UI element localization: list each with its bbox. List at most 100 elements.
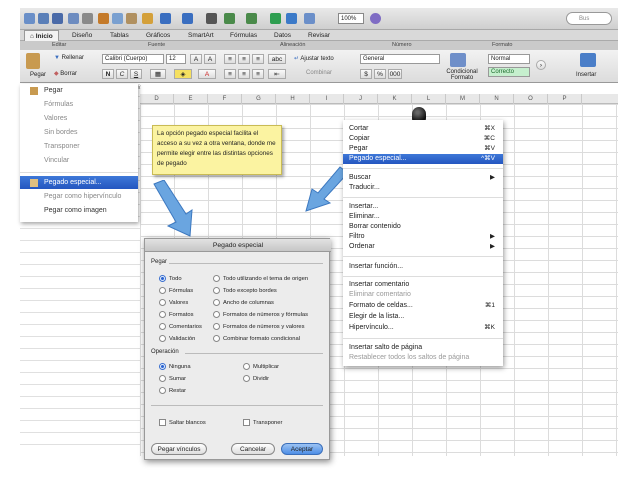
radio-todo-excepto-bordes[interactable]: Todo excepto bordes [213,287,277,295]
ctx-formato-celdas[interactable]: Formato de celdas... ⌘1 [343,301,503,311]
paste-menu-item-pegado-especial[interactable]: Pegado especial... [20,176,138,189]
indent-button[interactable]: ⇤ [268,69,286,79]
format-painter-icon[interactable] [142,13,153,24]
insert-label[interactable]: Insertar [576,72,596,78]
bold-button[interactable]: N [102,69,114,79]
paste-menu-item-formulas[interactable]: Fórmulas [20,98,138,111]
ctx-insertar-comentario[interactable]: Insertar comentario [343,280,503,290]
column-header[interactable]: M [446,94,480,104]
radio-valores[interactable]: Valores [159,299,188,307]
column-header[interactable]: K [378,94,412,104]
paste-links-button[interactable]: Pegar vínculos [151,443,207,455]
ctx-hipervinculo[interactable]: Hipervínculo... ⌘K [343,323,503,333]
undo-icon[interactable] [160,13,171,24]
paste-menu-item-vincular[interactable]: Vincular [20,154,138,167]
tab-formulas[interactable]: Fórmulas [230,30,257,41]
italic-button[interactable]: C [116,69,128,79]
ctx-insertar[interactable]: Insertar... [343,202,503,212]
fill-color-button[interactable]: ◈ [174,69,192,79]
font-shrink-button[interactable]: A [204,54,216,64]
percent-button[interactable]: % [374,69,386,79]
column-header[interactable]: H [276,94,310,104]
zoom-select[interactable]: 100% [338,13,364,24]
ctx-eliminar[interactable]: Eliminar... [343,212,503,222]
ctx-insertar-funcion[interactable]: Insertar función... [343,262,503,272]
print-icon[interactable] [82,13,93,24]
search-input[interactable]: Bus [566,12,612,25]
ctx-pegar[interactable]: Pegar ⌘V [343,144,503,154]
align-center-button[interactable]: ≡ [238,54,250,64]
tab-tablas[interactable]: Tablas [110,30,129,41]
number-format-select[interactable]: General [360,54,440,64]
checkbox-saltar-blancos[interactable]: Saltar blancos [159,419,206,427]
sort-icon[interactable] [224,13,235,24]
gallery-icon[interactable] [270,13,281,24]
cut-icon[interactable] [98,13,109,24]
column-header[interactable]: I [310,94,344,104]
column-header[interactable]: G [242,94,276,104]
ctx-filtro[interactable]: Filtro ▶ [343,232,503,242]
clear-button[interactable]: ◆ Borrar [54,70,77,77]
tab-inicio[interactable]: ⌂ Inicio [24,30,59,41]
justify-left-button[interactable]: ≡ [224,69,236,79]
underline-button[interactable]: S [130,69,142,79]
font-size-select[interactable]: 12 [166,54,186,64]
font-name-select[interactable]: Calibri (Cuerpo) [102,54,164,64]
help-icon[interactable] [370,13,381,24]
borders-button[interactable]: ▦ [150,69,166,79]
ctx-restablecer-saltos[interactable]: Restablecer todos los saltos de página [343,353,503,363]
ctx-insertar-salto[interactable]: Insertar salto de página [343,343,503,353]
ctx-cortar[interactable]: Cortar ⌘X [343,124,503,134]
styles-more-button[interactable]: › [536,60,546,70]
ctx-borrar-contenido[interactable]: Borrar contenido [343,222,503,232]
radio-combinar-formato-condicional[interactable]: Combinar formato condicional [213,335,300,343]
radio-comentarios[interactable]: Comentarios [159,323,202,331]
column-header[interactable]: P [548,94,582,104]
conditional-format-icon[interactable] [450,53,466,67]
radio-formatos[interactable]: Formatos [159,311,193,319]
conditional-format-label[interactable]: Condicional Formato [442,69,482,81]
justify-center-button[interactable]: ≡ [238,69,250,79]
tab-graficos[interactable]: Gráficos [146,30,170,41]
paste-menu-item-transponer[interactable]: Transponer [20,140,138,153]
autosum-icon[interactable] [206,13,217,24]
column-header[interactable]: D [140,94,174,104]
ctx-ordenar[interactable]: Ordenar ▶ [343,242,503,252]
column-header[interactable]: O [514,94,548,104]
paste-label[interactable]: Pegar [30,72,46,78]
accept-button[interactable]: Aceptar [281,443,323,455]
cancel-button[interactable]: Cancelar [231,443,275,455]
radio-restar[interactable]: Restar [159,387,186,395]
paste-clipboard-icon[interactable] [26,53,40,69]
radio-sumar[interactable]: Sumar [159,375,186,383]
radio-formatos-numeros-formulas[interactable]: Formatos de números y fórmulas [213,311,308,319]
justify-right-button[interactable]: ≡ [252,69,264,79]
ctx-copiar[interactable]: Copiar ⌘C [343,134,503,144]
font-grow-button[interactable]: A [190,54,202,64]
ctx-pegado-especial[interactable]: Pegado especial... ^⌘V [343,154,503,164]
wrap-text-button[interactable]: ↵ Ajustar texto [294,55,334,62]
column-header[interactable]: F [208,94,242,104]
currency-button[interactable]: $ [360,69,372,79]
paste-icon[interactable] [126,13,137,24]
column-header[interactable]: J [344,94,378,104]
radio-todo-tema-origen[interactable]: Todo utilizando el tema de origen [213,275,308,283]
redo-icon[interactable] [182,13,193,24]
ctx-buscar[interactable]: Buscar ▶ [343,173,503,183]
fill-button[interactable]: ▼ Rellenar [54,55,84,61]
paste-menu-item-imagen[interactable]: Pegar como imagen [20,204,138,217]
radio-dividir[interactable]: Dividir [243,375,269,383]
font-color-button[interactable]: A [198,69,216,79]
column-header[interactable]: N [480,94,514,104]
radio-formulas[interactable]: Fórmulas [159,287,193,295]
radio-ninguna[interactable]: Ninguna [159,363,191,371]
paste-menu-item-pegar[interactable]: Pegar [20,84,138,97]
filter-icon[interactable] [246,13,257,24]
ctx-traducir[interactable]: Traducir... [343,183,503,193]
column-header[interactable]: E [174,94,208,104]
align-right-button[interactable]: ≡ [252,54,264,64]
thousands-button[interactable]: 000 [388,69,402,79]
templates-icon[interactable] [38,13,49,24]
orientation-button[interactable]: abc [268,54,286,64]
radio-todo[interactable]: Todo [159,275,182,283]
